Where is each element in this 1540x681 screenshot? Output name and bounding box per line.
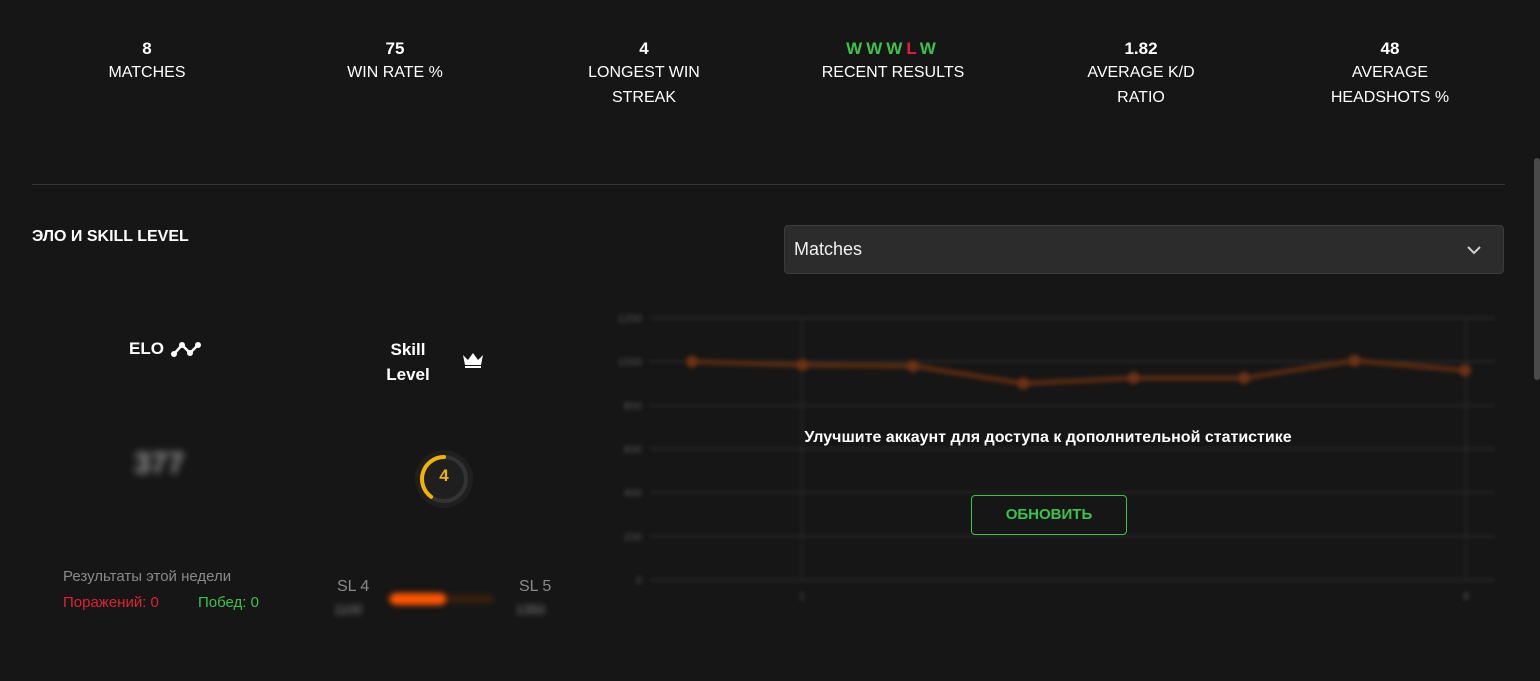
stat-matches: 8 MATCHES bbox=[47, 38, 247, 85]
chart-point bbox=[686, 355, 698, 368]
progress-to-elo: 1350 bbox=[516, 602, 545, 617]
progress-from-elo: 1100 bbox=[334, 602, 362, 617]
stat-streak-label: LONGEST WIN STREAK bbox=[588, 64, 700, 106]
progress-to-level: SL 5 bbox=[519, 578, 552, 595]
weekly-losses: Поражений: 0 bbox=[63, 594, 159, 611]
stat-matches-label: MATCHES bbox=[108, 64, 186, 81]
stat-win-rate: 75 WIN RATE % bbox=[295, 38, 495, 85]
chart-x-tick: 8 bbox=[1463, 591, 1469, 603]
dropdown-selected-value: Matches bbox=[794, 239, 863, 259]
stat-recent-results: WWWLW RECENT RESULTS bbox=[793, 38, 993, 85]
progress-from-level: SL 4 bbox=[337, 578, 370, 595]
chevron-down-icon bbox=[1467, 246, 1481, 255]
chart-x-tick: 1 bbox=[799, 591, 805, 603]
chart-y-tick: 1200 bbox=[618, 313, 642, 325]
chart-point bbox=[906, 360, 919, 373]
stat-headshots-value: 48 bbox=[1380, 39, 1400, 58]
elo-chart: 1200 1000 800 600 400 200 0 1 8 bbox=[618, 313, 1495, 603]
chart-point bbox=[796, 358, 809, 371]
result-badge: W bbox=[846, 39, 867, 58]
stat-kd-label: AVERAGE K/D RATIO bbox=[1087, 64, 1195, 106]
chart-y-tick: 600 bbox=[624, 444, 642, 456]
stat-longest-streak: 4 LONGEST WIN STREAK bbox=[574, 38, 714, 110]
result-badge: L bbox=[906, 39, 920, 58]
chart-point bbox=[1127, 372, 1140, 385]
stats-bar: 8 MATCHES 75 WIN RATE % 4 LONGEST WIN ST… bbox=[0, 38, 1540, 128]
recent-results-list: WWWLW bbox=[793, 38, 993, 60]
scrollbar[interactable] bbox=[1534, 158, 1540, 380]
upgrade-message: Улучшите аккаунт для доступа к дополните… bbox=[804, 429, 1292, 446]
result-badge: W bbox=[919, 39, 940, 58]
section-title: ЭЛО И SKILL LEVEL bbox=[32, 228, 189, 245]
chart-y-tick: 800 bbox=[624, 400, 642, 412]
matches-dropdown[interactable]: Matches bbox=[784, 225, 1504, 274]
weekly-results-title: Результаты этой недели bbox=[63, 568, 232, 585]
stat-headshots-label: AVERAGE HEADSHOTS % bbox=[1330, 64, 1450, 106]
stat-headshots: 48 AVERAGE HEADSHOTS % bbox=[1320, 38, 1460, 110]
chart-point bbox=[1459, 364, 1471, 377]
chart-plot: 1200 1000 800 600 400 200 0 1 8 bbox=[618, 313, 1495, 603]
result-badge: W bbox=[886, 39, 907, 58]
upgrade-button[interactable]: ОБНОВИТЬ bbox=[971, 495, 1127, 535]
chart-y-tick: 0 bbox=[636, 575, 642, 587]
skill-level-title: Skill Level bbox=[386, 340, 430, 384]
elo-progress-bar bbox=[386, 593, 494, 605]
chart-y-tick: 200 bbox=[624, 531, 642, 543]
skill-level-number: 4 bbox=[439, 466, 449, 485]
crown-icon bbox=[463, 353, 483, 368]
chart-point bbox=[1348, 354, 1361, 367]
stat-kd-ratio: 1.82 AVERAGE K/D RATIO bbox=[1071, 38, 1211, 110]
stat-streak-value: 4 bbox=[639, 39, 649, 58]
elo-value: 377 bbox=[134, 447, 185, 480]
chart-y-tick: 400 bbox=[624, 488, 642, 500]
stat-win-rate-label: WIN RATE % bbox=[347, 64, 443, 81]
weekly-wins: Побед: 0 bbox=[198, 594, 259, 611]
result-badge: W bbox=[866, 39, 887, 58]
stat-recent-results-label: RECENT RESULTS bbox=[821, 64, 965, 81]
chart-y-tick: 1000 bbox=[618, 357, 642, 369]
stat-win-rate-value: 75 bbox=[385, 39, 405, 58]
stat-kd-value: 1.82 bbox=[1124, 39, 1158, 58]
chart-point bbox=[1017, 377, 1030, 390]
elo-graph-icon bbox=[171, 342, 201, 357]
stat-matches-value: 8 bbox=[142, 39, 152, 58]
elo-title: ELO bbox=[129, 339, 164, 358]
section-divider bbox=[32, 184, 1505, 185]
chart-point bbox=[1238, 372, 1251, 385]
